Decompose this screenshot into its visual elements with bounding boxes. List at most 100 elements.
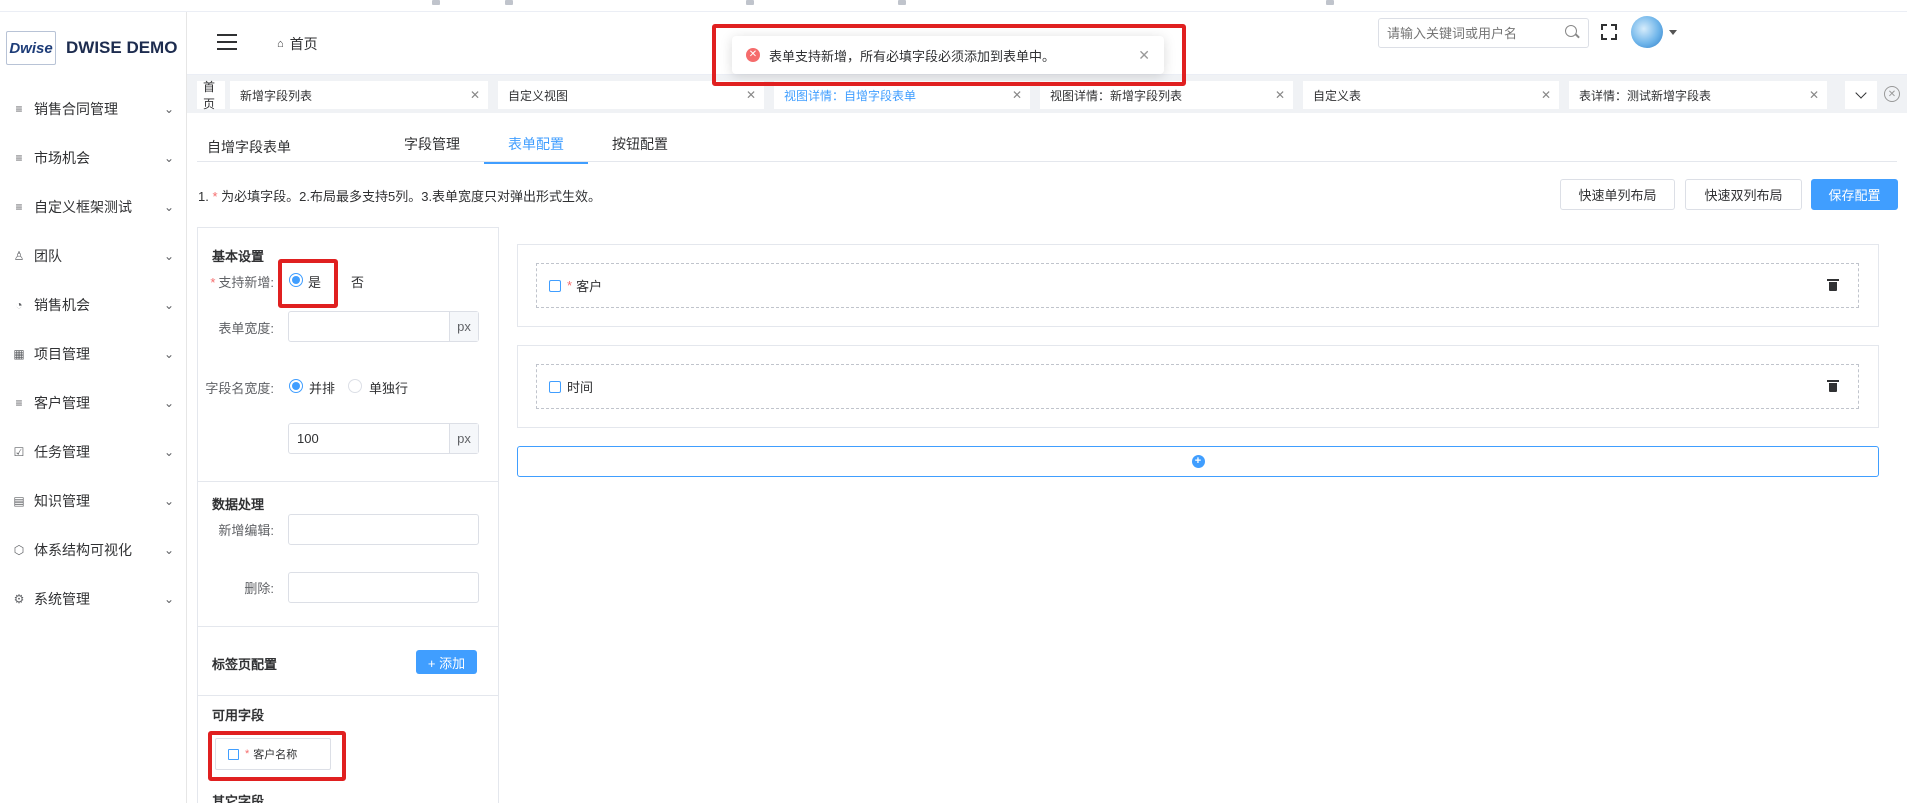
close-icon[interactable]: ✕ [1809,88,1819,102]
sidebar-item[interactable]: ≡ 销售合同管理 ⌄ [0,84,186,133]
sidebar-item-label: 自定义框架测试 [34,198,132,215]
px-unit: px [449,424,478,453]
close-icon[interactable]: ✕ [1275,88,1285,102]
chart-pie-icon: ◔ [15,297,23,312]
highlight-support-add [278,259,338,308]
form-width-input[interactable]: px [288,311,479,342]
tab-item[interactable]: 首页 [197,80,225,111]
chevron-down-icon: ⌄ [163,150,174,165]
delete-icon[interactable] [1827,279,1839,291]
support-add-label-text: 支持新增: [218,275,274,290]
config-panel: 基本设置 * 支持新增: 是 否 表单宽度: px 字段名宽度: 并排 单独行 1… [197,227,499,803]
list-icon: ≡ [15,150,23,165]
support-add-no-label[interactable]: 否 [351,272,364,291]
sidebar-item[interactable]: ≡ 市场机会 ⌄ [0,133,186,182]
highlight-available-field [208,731,346,781]
sidebar-item-label: 知识管理 [34,492,90,509]
breadcrumb-home: 首页 [289,36,318,52]
tab-item[interactable]: 新增字段列表 ✕ [230,81,488,109]
close-icon[interactable]: ✕ [1541,88,1551,102]
close-icon[interactable]: ✕ [1012,88,1022,102]
relation-icon [549,279,561,292]
sidebar-item-label: 任务管理 [34,443,90,460]
subtab[interactable]: 字段管理 [380,126,484,162]
brand[interactable]: Dwise DWISE DEMO [0,12,186,84]
sidebar-item[interactable]: ≡ 客户管理 ⌄ [0,378,186,427]
delete-icon[interactable] [1827,380,1839,392]
chevron-down-icon: ⌄ [163,493,174,508]
tab-label: 自定义视图 [508,88,569,103]
single-line-label[interactable]: 单独行 [369,378,408,397]
form-field-slot[interactable]: * 客户 [536,263,1859,308]
sidebar-item[interactable]: ⬡ 体系结构可视化 ⌄ [0,525,186,574]
field-name-width-label: 字段名宽度: [205,381,274,396]
sidebar-item-label: 销售机会 [34,296,90,313]
tab-config-title: 标签页配置 [212,657,278,672]
breadcrumb[interactable]: ⌂ 首页 [277,34,318,54]
home-icon: ⌂ [277,38,284,50]
tab-item[interactable]: 表详情：测试新增字段表 ✕ [1569,81,1827,109]
chevron-down-icon: ⌄ [163,444,174,459]
close-all-tabs-icon[interactable]: ✕ [1884,86,1900,102]
chevron-down-icon: ⌄ [163,101,174,116]
add-edit-label: 新增编辑: [218,523,274,538]
form-field-slot[interactable]: 时间 [536,364,1859,409]
gear-icon: ⚙ [13,591,25,606]
highlight-toast [712,24,1186,86]
sidebar-item-label: 系统管理 [34,590,90,607]
tabs-more-button[interactable] [1845,81,1877,109]
chevron-down-icon: ⌄ [163,395,174,410]
sidebar-item-label: 体系结构可视化 [34,541,132,558]
sidebar-item[interactable]: ⚙ 系统管理 ⌄ [0,574,186,623]
form-field-label: 客户 [576,279,603,294]
caret-down-icon[interactable] [1669,30,1677,35]
add-row-button[interactable]: + [517,446,1879,477]
delete-input[interactable] [288,572,479,603]
team-icon: ♙ [13,248,25,263]
fullscreen-icon[interactable] [1601,24,1617,40]
px-unit: px [449,312,478,341]
menu-toggle-icon[interactable] [217,34,237,50]
brand-logo: Dwise [6,31,56,65]
close-icon[interactable]: ✕ [470,88,480,102]
sidebar-item[interactable]: ♙ 团队 ⌄ [0,231,186,280]
single-line-radio[interactable] [348,379,362,393]
sidebar-item-label: 项目管理 [34,345,90,362]
chevron-down-icon [1855,87,1867,99]
sidebar-item[interactable]: ▤ 知识管理 ⌄ [0,476,186,525]
sidebar-item[interactable]: ▦ 项目管理 ⌄ [0,329,186,378]
hint-prefix: 1. [198,189,213,204]
data-processing-title: 数据处理 [212,497,265,512]
calendar-icon [549,380,561,393]
save-config-button[interactable]: 保存配置 [1811,179,1898,210]
quick-double-layout-button[interactable]: 快速双列布局 [1685,179,1802,210]
avatar[interactable] [1631,16,1663,48]
sidebar-item[interactable]: ◔ 销售机会 ⌄ [0,280,186,329]
book-icon: ▤ [13,493,25,508]
sidebar-item[interactable]: ☑ 任务管理 ⌄ [0,427,186,476]
required-star: * [567,278,573,293]
available-fields-title: 可用字段 [212,708,265,723]
form-field-label: 时间 [567,380,594,395]
subtab[interactable]: 表单配置 [484,126,588,164]
side-by-side-radio[interactable] [289,379,303,393]
add-tab-button[interactable]: + 添加 [416,650,477,674]
sidebar-item[interactable]: ≡ 自定义框架测试 ⌄ [0,182,186,231]
plus-circle-icon: + [1191,455,1205,468]
field-name-width-input[interactable]: 100 px [288,423,479,454]
form-hint: 1. * 为必填字段。2.布局最多支持5列。3.表单宽度只对弹出形式生效。 [198,186,601,205]
form-row: * 客户 [517,244,1879,327]
side-by-side-label[interactable]: 并排 [309,378,335,397]
subtab[interactable]: 按钮配置 [588,126,692,162]
divider [198,695,498,696]
top-strip [0,0,1907,12]
search-icon[interactable] [1565,25,1577,37]
quick-single-layout-button[interactable]: 快速单列布局 [1560,179,1675,210]
search-input[interactable] [1378,18,1589,48]
structure-icon: ⬡ [13,542,25,557]
tab-label: 新增字段列表 [240,88,313,103]
tab-item[interactable]: 自定义表 ✕ [1303,81,1559,109]
add-edit-input[interactable] [288,514,479,545]
sidebar-item-label: 团队 [34,247,62,264]
close-icon[interactable]: ✕ [746,88,756,102]
